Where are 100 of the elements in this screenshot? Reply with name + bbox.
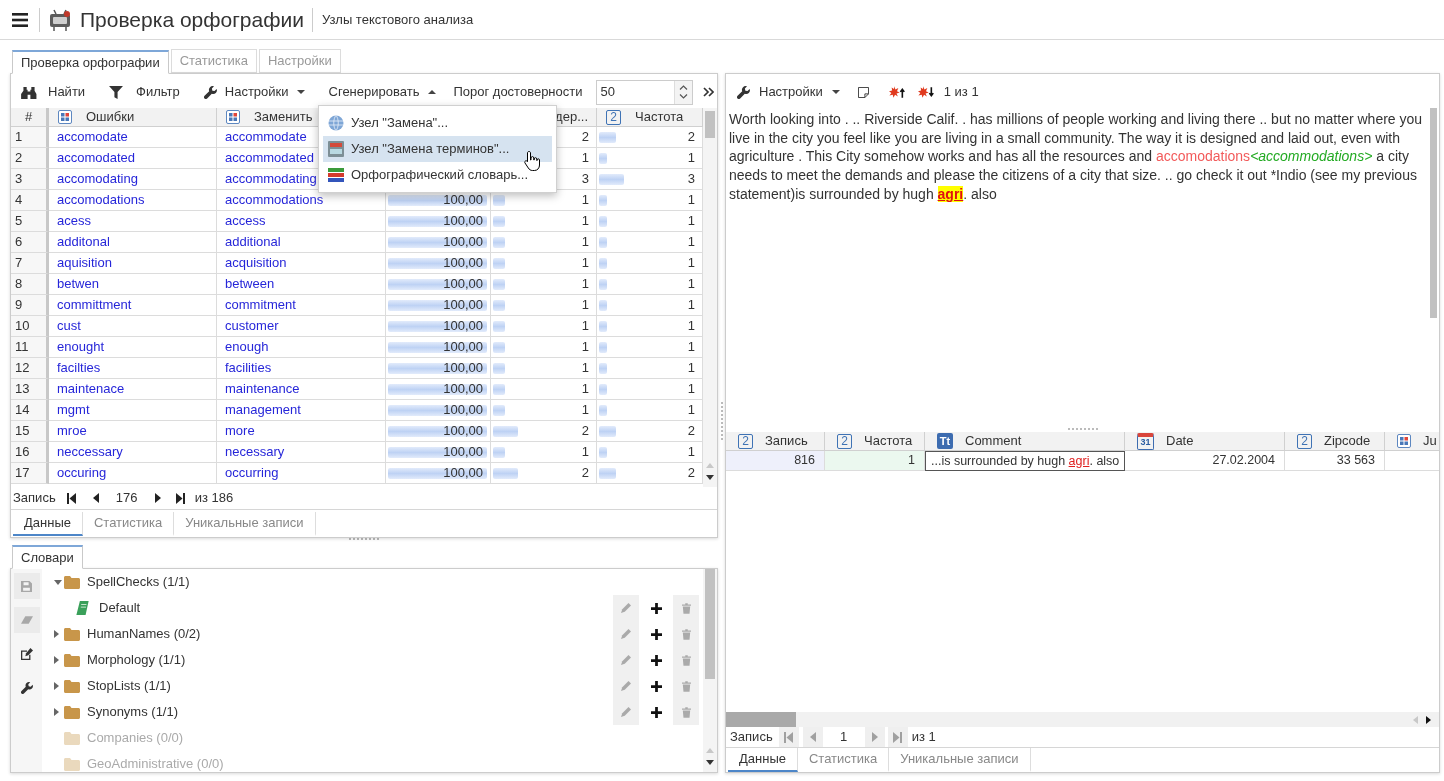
scrollbar-thumb[interactable]: [726, 712, 796, 727]
column-header[interactable]: Date: [1166, 432, 1194, 451]
trash-icon: [681, 680, 691, 692]
scroll-right-icon[interactable]: [1426, 715, 1431, 724]
row-number: 12: [11, 358, 49, 379]
tab[interactable]: Словари: [12, 545, 83, 569]
document-text: Worth looking into . .. Riverside Calif. . has millions of people working and living there .. but no matter where you live in the city you feel like you are living in a small community. The way it is designed and laid out, even with agriculture . This City somehow works and has all the resources and accomodations<accommodations> a city needs to meet the demands and please the citizens of a city that size. .. go check it out *Indio (see my previous statement)is surrounded by hugh agri. also: [728, 110, 1424, 204]
tree-item[interactable]: HumanNames (0/2): [87, 624, 201, 644]
star-down-arrow-icon[interactable]: [917, 85, 934, 99]
scroll-left-icon[interactable]: [1413, 715, 1418, 724]
expand-arrow-icon[interactable]: [54, 682, 59, 690]
scrollbar-thumb[interactable]: [705, 569, 715, 679]
menu-icon[interactable]: [12, 12, 28, 27]
cell-value: 1: [580, 338, 590, 357]
cell-value: 2: [686, 128, 696, 147]
plus-icon: [650, 628, 662, 640]
tab[interactable]: Проверка орфографии: [12, 50, 169, 74]
column-header[interactable]: Запись: [765, 432, 808, 451]
row-number: 2: [11, 148, 49, 169]
tree-item[interactable]: StopLists (1/1): [87, 676, 171, 696]
expand-arrow-icon[interactable]: [54, 708, 59, 716]
cell-value: 100,00: [442, 401, 484, 420]
column-header[interactable]: Comment: [965, 432, 1022, 451]
generate-dropdown-button[interactable]: Сгенерировать: [328, 79, 437, 105]
cell-value: 100,00: [442, 212, 484, 231]
scroll-down-icon[interactable]: [706, 475, 714, 480]
pencil-icon: [621, 681, 631, 691]
tab[interactable]: Статистика: [82, 512, 175, 536]
find-button[interactable]: Найти: [21, 79, 86, 105]
tree-item[interactable]: Synonyms (1/1): [87, 702, 179, 722]
splitter-handle[interactable]: [349, 538, 379, 541]
wrench-icon: [203, 85, 217, 99]
date-type-badge: 31: [1137, 432, 1154, 450]
cell-value: 1: [686, 380, 696, 399]
column-header[interactable]: Частота: [864, 432, 913, 451]
cell-value: 1: [686, 296, 696, 315]
cell-value: 1: [686, 359, 696, 378]
cell-value: 1: [580, 275, 590, 294]
scrollbar[interactable]: [726, 712, 1439, 727]
table-cell: aquisition: [49, 253, 217, 274]
pencil-icon: [621, 629, 631, 639]
tree-item[interactable]: Morphology (1/1): [87, 650, 186, 670]
scroll-up-icon[interactable]: [706, 463, 714, 468]
cell-value: 1: [686, 338, 696, 357]
pencil-icon: [621, 655, 631, 665]
expand-arrow-icon[interactable]: [54, 656, 59, 664]
row-number: 5: [11, 211, 49, 232]
tree-item[interactable]: Default: [99, 598, 141, 618]
table-cell: cust: [49, 316, 217, 337]
table-cell: mgmt: [49, 400, 217, 421]
tab[interactable]: Данные: [728, 748, 798, 772]
column-header[interactable]: Частота: [635, 108, 684, 127]
plus-icon: [650, 602, 662, 614]
row-number: 1: [11, 127, 49, 148]
scrollbar-thumb[interactable]: [1430, 108, 1437, 318]
cell-value: 1: [580, 149, 590, 168]
cell-value: 2: [686, 422, 696, 441]
row-number: 14: [11, 400, 49, 421]
folder-icon: [64, 705, 80, 719]
table-cell: additional: [217, 232, 386, 253]
menu-item[interactable]: Узел "Замена терминов"...: [323, 136, 552, 162]
table-cell: 1: [825, 451, 925, 471]
cell-value: 1: [686, 401, 696, 420]
pager-label: Запись: [730, 728, 773, 747]
settings-dropdown-button[interactable]: Настройки: [203, 79, 305, 105]
previous-page-icon: [809, 732, 816, 742]
overflow-chevrons-icon[interactable]: [702, 87, 714, 97]
tab[interactable]: Уникальные записи: [174, 512, 316, 536]
grid-icon: [1397, 434, 1411, 448]
filter-button[interactable]: Фильтр: [109, 79, 180, 105]
expand-arrow-icon[interactable]: [54, 630, 59, 638]
tab[interactable]: Уникальные записи: [889, 748, 1031, 772]
splitter-handle[interactable]: [1067, 428, 1098, 430]
table-cell: neccessary: [49, 442, 217, 463]
tree-item[interactable]: SpellChecks (1/1): [87, 572, 190, 592]
scroll-up-icon[interactable]: [706, 748, 714, 753]
column-header[interactable]: Заменить: [254, 108, 313, 127]
table-cell: accomodating: [49, 169, 217, 190]
row-number: 10: [11, 316, 49, 337]
folder-icon: [64, 575, 80, 589]
tab[interactable]: Данные: [13, 512, 83, 536]
note-icon[interactable]: [857, 86, 869, 98]
tab[interactable]: Статистика: [797, 748, 890, 772]
column-header[interactable]: Zipcode: [1324, 432, 1371, 451]
scrollbar[interactable]: [703, 108, 717, 487]
scroll-down-icon[interactable]: [706, 760, 714, 765]
settings-dropdown-button[interactable]: Настройки: [737, 79, 840, 105]
collapse-arrow-icon[interactable]: [54, 579, 62, 585]
threshold-field[interactable]: 50: [595, 79, 693, 105]
cell-value: 1: [580, 212, 590, 231]
caret-down-icon: [296, 90, 305, 94]
scrollbar[interactable]: [703, 569, 717, 772]
funnel-icon: [109, 85, 124, 99]
cell-value: 3: [580, 170, 590, 189]
table-cell: facilties: [49, 358, 217, 379]
star-up-arrow-icon[interactable]: [888, 85, 905, 99]
text-type-badge: Tt: [937, 433, 953, 449]
wrench-icon: [737, 85, 750, 99]
spinner-button[interactable]: [673, 80, 692, 104]
scrollbar-thumb[interactable]: [705, 111, 715, 138]
